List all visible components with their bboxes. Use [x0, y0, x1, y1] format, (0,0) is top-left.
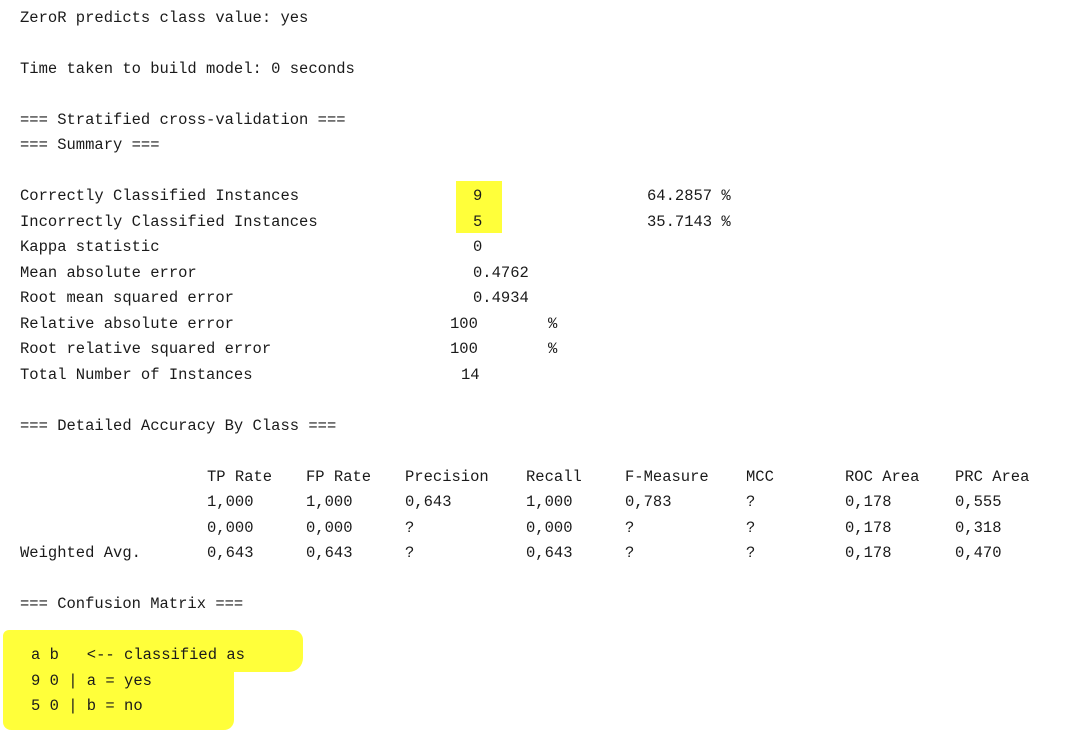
- confusion-row-a: 9 0 | a = yes: [31, 672, 152, 690]
- rmse-value: 0.4934: [473, 289, 529, 307]
- total-label: Total Number of Instances: [20, 366, 253, 384]
- table-cell: ?: [405, 544, 415, 562]
- rrse-label: Root relative squared error: [20, 340, 272, 358]
- col-header-prc-area: PRC Area: [955, 468, 1030, 486]
- predicts-line: ZeroR predicts class value: yes: [20, 9, 309, 27]
- rrse-value: 100: [450, 340, 478, 358]
- table-cell: 0,470: [955, 544, 1002, 562]
- rae-label: Relative absolute error: [20, 315, 234, 333]
- table-cell: 0,643: [306, 544, 353, 562]
- table-cell: 0,643: [405, 493, 452, 511]
- col-header-tp-rate: TP Rate: [207, 468, 273, 486]
- mae-label: Mean absolute error: [20, 264, 197, 282]
- confusion-header: a b <-- classified as: [31, 646, 245, 664]
- kappa-label: Kappa statistic: [20, 238, 160, 256]
- table-cell: 1,000: [306, 493, 353, 511]
- confusion-title: === Confusion Matrix ===: [20, 595, 244, 613]
- table-cell: 0,555: [955, 493, 1002, 511]
- table-cell: 0,318: [955, 519, 1002, 537]
- mae-value: 0.4762: [473, 264, 529, 282]
- table-cell: 0,000: [526, 519, 573, 537]
- table-cell: ?: [746, 544, 756, 562]
- table-cell: 0,643: [526, 544, 573, 562]
- table-cell: 0,178: [845, 544, 892, 562]
- incorrect-pct: 35.7143 %: [647, 213, 731, 231]
- table-cell: 0,783: [625, 493, 672, 511]
- accuracy-title: === Detailed Accuracy By Class ===: [20, 417, 337, 435]
- table-cell: 0,000: [306, 519, 353, 537]
- table-cell: 0,643: [207, 544, 254, 562]
- rae-value: 100: [450, 315, 478, 333]
- col-header-mcc: MCC: [746, 468, 774, 486]
- col-header-fp-rate: FP Rate: [306, 468, 372, 486]
- rmse-label: Root mean squared error: [20, 289, 234, 307]
- rrse-unit: %: [548, 340, 558, 358]
- table-cell: 1,000: [526, 493, 573, 511]
- correct-pct: 64.2857 %: [647, 187, 731, 205]
- col-header-roc-area: ROC Area: [845, 468, 920, 486]
- confusion-row-b: 5 0 | b = no: [31, 697, 143, 715]
- col-header-f-measure: F-Measure: [625, 468, 709, 486]
- weighted-avg-label: Weighted Avg.: [20, 544, 141, 562]
- table-cell: ?: [625, 544, 635, 562]
- summary-title: === Summary ===: [20, 136, 160, 154]
- correct-label: Correctly Classified Instances: [20, 187, 300, 205]
- total-value: 14: [461, 366, 480, 384]
- table-cell: 0,000: [207, 519, 254, 537]
- col-header-recall: Recall: [526, 468, 582, 486]
- col-header-precision: Precision: [405, 468, 489, 486]
- incorrect-label: Incorrectly Classified Instances: [20, 213, 318, 231]
- time-line: Time taken to build model: 0 seconds: [20, 60, 355, 78]
- table-cell: 0,178: [845, 519, 892, 537]
- table-cell: 1,000: [207, 493, 254, 511]
- table-cell: ?: [746, 519, 756, 537]
- table-cell: ?: [746, 493, 756, 511]
- table-cell: 0,178: [845, 493, 892, 511]
- correct-value: 9: [473, 187, 483, 205]
- cv-title: === Stratified cross-validation ===: [20, 111, 346, 129]
- table-cell: ?: [625, 519, 635, 537]
- incorrect-value: 5: [473, 213, 483, 231]
- kappa-value: 0: [473, 238, 483, 256]
- rae-unit: %: [548, 315, 558, 333]
- table-cell: ?: [405, 519, 415, 537]
